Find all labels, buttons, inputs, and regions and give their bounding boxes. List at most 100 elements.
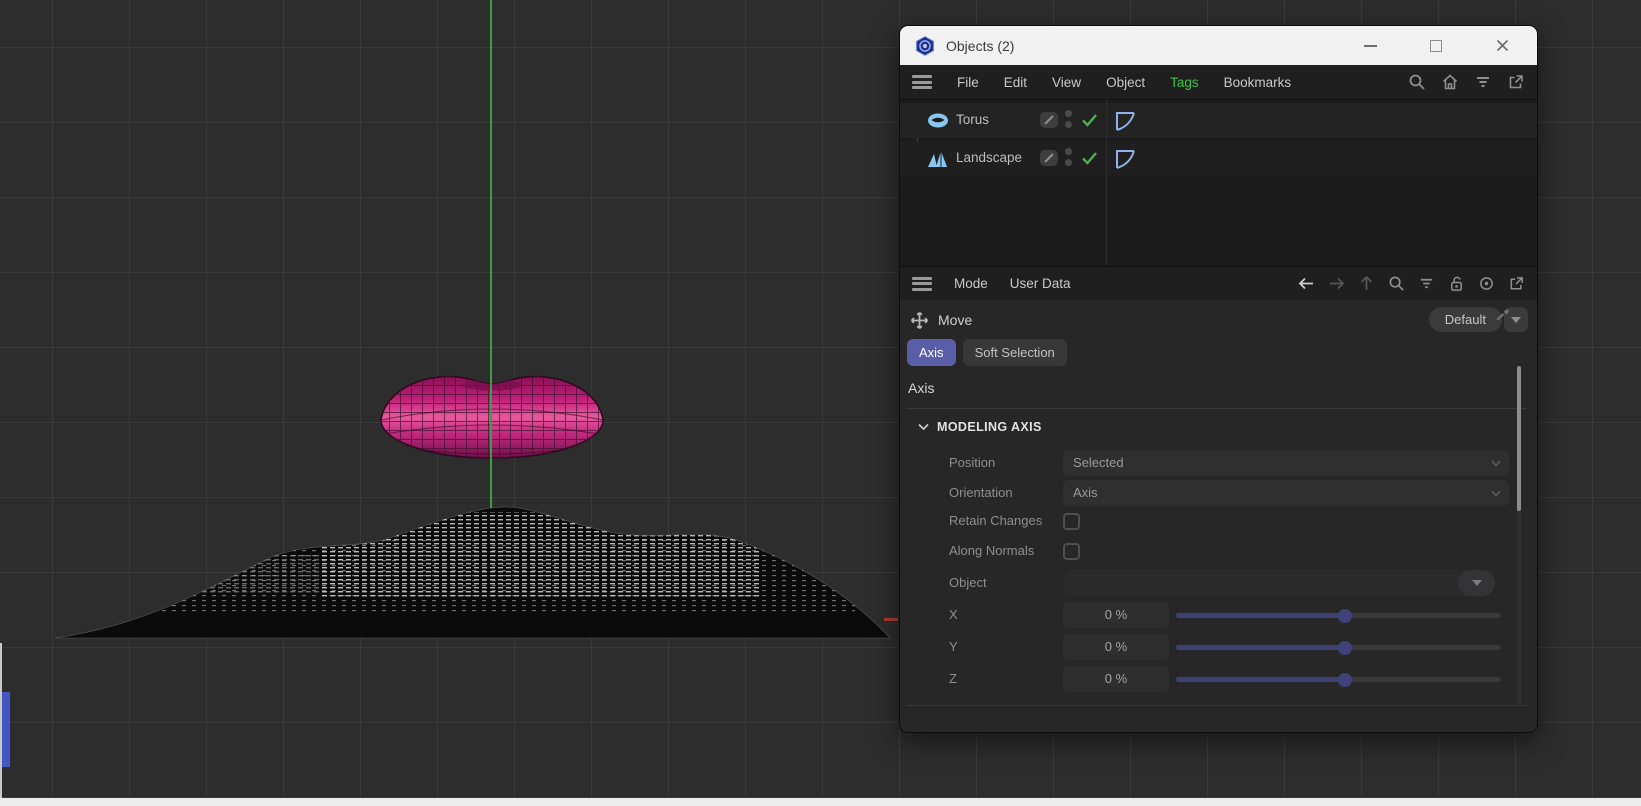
slider-label-x: X [949,607,958,622]
phong-tag-icon[interactable] [1113,109,1137,133]
active-tool-label: Move [938,312,973,328]
pencil-icon [1044,153,1054,163]
eyedropper-icon[interactable] [1495,304,1511,320]
scrollbar-thumb[interactable] [1517,366,1521,511]
window-edge-line [0,643,2,798]
slider-track-y[interactable] [1176,640,1501,655]
list-column-divider [1106,100,1107,266]
back-icon[interactable] [1298,275,1315,292]
menu-tags[interactable]: Tags [1170,75,1199,90]
object-list[interactable]: Torus Landscape [900,100,1537,266]
forward-icon[interactable] [1328,275,1345,292]
slider-track-z[interactable] [1176,672,1501,687]
field-label-position: Position [949,455,996,470]
open-external-icon[interactable] [1507,73,1525,91]
tab-soft-selection[interactable]: Soft Selection [962,339,1067,366]
attribute-manager-header: Mode User Data [900,266,1537,300]
object-name: Torus [956,112,990,127]
object-dropdown-button[interactable] [1458,570,1495,596]
window-bottom-edge [0,798,1641,806]
chevron-down-icon [1471,580,1482,586]
chevron-down-icon [1511,316,1521,323]
slider-knob[interactable] [1338,672,1352,687]
preset-dropdown[interactable]: Default [1428,307,1502,332]
landscape-object[interactable] [50,498,895,643]
hamburger-menu-icon[interactable] [912,75,932,89]
slider-row-z: Z 0 % [900,666,1537,692]
torus-icon [928,113,948,128]
group-title: MODELING AXIS [937,420,1042,434]
visibility-dots[interactable] [1065,148,1072,166]
position-value: Selected [1073,455,1124,470]
slider-fill [1176,645,1345,650]
search-icon[interactable] [1408,73,1426,91]
scrollbar[interactable] [1517,366,1521,706]
x-axis-tick [884,618,898,621]
move-tool-icon [910,311,929,329]
close-button[interactable] [1495,39,1509,53]
search-icon[interactable] [1388,275,1405,292]
menu-edit[interactable]: Edit [1004,75,1027,90]
group-modeling-axis[interactable]: MODELING AXIS [918,420,1042,434]
enabled-check-icon[interactable] [1081,150,1098,166]
target-icon[interactable] [1478,275,1495,292]
phong-tag-icon[interactable] [1113,147,1137,171]
menu-object[interactable]: Object [1106,75,1145,90]
slider-label-z: Z [949,671,957,686]
filter-icon[interactable] [1474,73,1492,91]
slider-row-y: Y 0 % [900,634,1537,660]
filter-icon[interactable] [1418,275,1435,292]
divider [906,705,1527,706]
section-heading: Axis [908,380,935,396]
retain-changes-checkbox[interactable] [1063,513,1080,530]
menu-file[interactable]: File [957,75,979,90]
menu-bookmarks[interactable]: Bookmarks [1224,75,1292,90]
torus-object[interactable] [379,368,605,460]
open-external-icon[interactable] [1508,275,1525,292]
object-link-field[interactable] [1063,570,1495,596]
field-label-retain-changes: Retain Changes [949,513,1043,528]
menu-view[interactable]: View [1052,75,1081,90]
slider-knob[interactable] [1338,640,1352,655]
hamburger-menu-icon[interactable] [912,276,932,291]
slider-label-y: Y [949,639,958,654]
menu-user-data[interactable]: User Data [1010,276,1071,291]
home-icon[interactable] [1441,73,1459,91]
divider [906,408,1527,409]
tab-axis[interactable]: Axis [907,339,956,366]
object-row-landscape[interactable]: Landscape [900,141,1537,176]
chevron-down-icon [1491,460,1501,467]
slider-fill [1176,613,1345,618]
viewport-blue-bar [2,692,10,767]
preset-label: Default [1444,312,1486,327]
field-label-object: Object [949,575,987,590]
maximize-button[interactable] [1429,39,1443,53]
menu-mode[interactable]: Mode [954,276,988,291]
edit-toggle[interactable] [1040,150,1058,166]
minimize-button[interactable] [1363,39,1377,53]
app-root: Objects (2) File Edit View Object Tags B… [0,0,1641,806]
slider-value-x[interactable]: 0 % [1063,602,1169,628]
edit-toggle[interactable] [1040,112,1058,128]
along-normals-checkbox[interactable] [1063,543,1080,560]
window-titlebar[interactable]: Objects (2) [900,26,1537,65]
slider-knob[interactable] [1338,608,1352,623]
enabled-check-icon[interactable] [1081,112,1098,128]
slider-track-x[interactable] [1176,608,1501,623]
chevron-down-icon [1491,490,1501,497]
slider-value-y[interactable]: 0 % [1063,634,1169,660]
orientation-select[interactable]: Axis [1063,480,1509,506]
object-row-torus[interactable]: Torus [900,103,1537,138]
menu-bar: File Edit View Object Tags Bookmarks [900,65,1537,100]
unlock-icon[interactable] [1448,275,1465,292]
pencil-icon [1044,115,1054,125]
up-icon[interactable] [1358,275,1375,292]
position-select[interactable]: Selected [1063,450,1509,476]
objects-window: Objects (2) File Edit View Object Tags B… [899,25,1538,733]
slider-value-z[interactable]: 0 % [1063,666,1169,692]
landscape-icon [928,151,947,167]
visibility-dots[interactable] [1065,110,1072,128]
slider-fill [1176,677,1345,682]
orientation-value: Axis [1073,485,1098,500]
app-logo-icon [916,35,934,56]
